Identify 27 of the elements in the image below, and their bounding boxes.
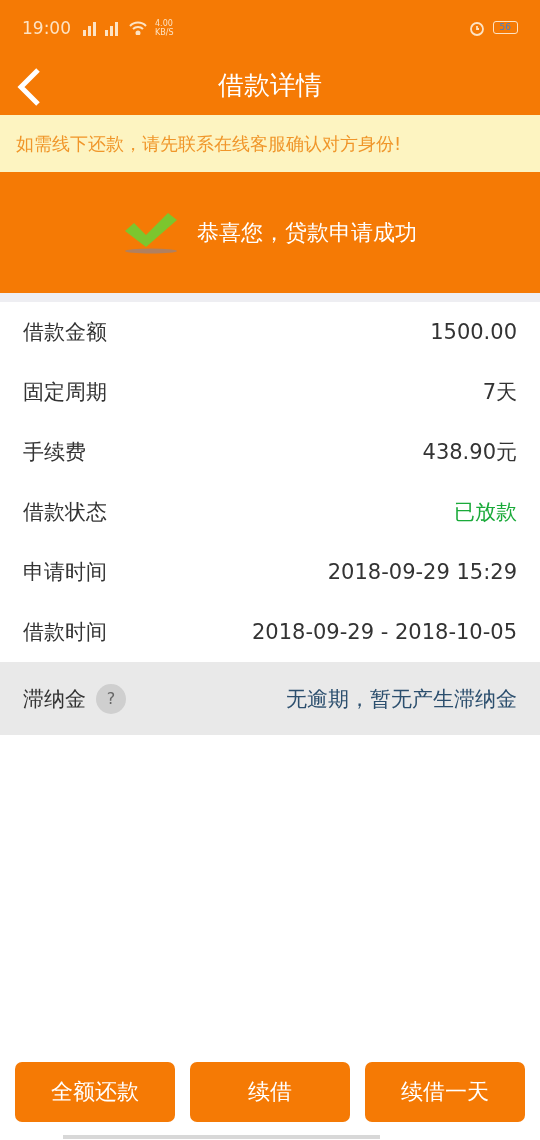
page-title: 借款详情 bbox=[218, 68, 322, 102]
field-value: 1500.00 bbox=[430, 320, 517, 344]
status-time: 19:00 bbox=[22, 17, 71, 38]
alarm-icon bbox=[468, 19, 485, 36]
action-button[interactable]: 续借 bbox=[190, 1062, 350, 1122]
notice-text: 如需线下还款，请先联系在线客服确认对方身份! bbox=[0, 115, 540, 172]
field-label: 借款状态 bbox=[23, 499, 107, 526]
field-label: 固定周期 bbox=[23, 379, 107, 406]
checkmark-icon bbox=[123, 210, 179, 255]
field-label: 申请时间 bbox=[23, 559, 107, 586]
field-label: 手续费 bbox=[23, 439, 86, 466]
field-label: 借款金额 bbox=[23, 319, 107, 346]
field-value: 无逾期，暂无产生滞纳金 bbox=[286, 685, 517, 713]
help-icon[interactable]: ? bbox=[96, 683, 126, 714]
wifi-icon bbox=[129, 20, 147, 35]
field-label: 滞纳金 bbox=[23, 685, 86, 713]
action-button[interactable]: 续借一天 bbox=[365, 1062, 525, 1122]
field-value: 已放款 bbox=[454, 499, 517, 526]
field-value: 2018-09-29 15:29 bbox=[327, 560, 517, 584]
network-speed: 4.00 KB/S bbox=[155, 18, 174, 37]
battery-indicator: 56 bbox=[492, 21, 518, 34]
success-message: 恭喜您，贷款申请成功 bbox=[197, 218, 417, 247]
field-value: 7天 bbox=[482, 379, 517, 406]
action-button[interactable]: 全额还款 bbox=[15, 1062, 175, 1122]
field-label: 借款时间 bbox=[23, 619, 107, 646]
field-value: 438.90元 bbox=[422, 439, 517, 466]
field-value: 2018-09-29 - 2018-10-05 bbox=[252, 620, 517, 644]
